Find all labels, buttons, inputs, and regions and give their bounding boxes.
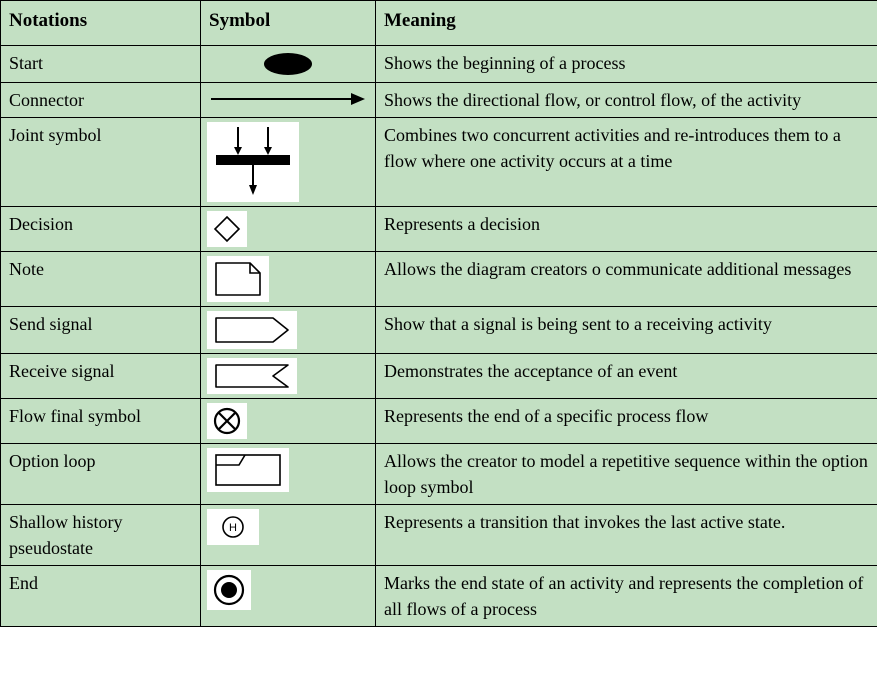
notation-cell: Send signal xyxy=(1,306,201,353)
svg-text:H: H xyxy=(229,522,237,534)
connector-icon xyxy=(207,87,367,111)
meaning-cell: Demonstrates the acceptance of an event xyxy=(376,353,877,398)
symbol-cell xyxy=(201,206,376,251)
table-row: End Marks the end state of an activity a… xyxy=(1,566,877,627)
meaning-cell: Shows the directional flow, or control f… xyxy=(376,82,877,117)
notation-cell: Decision xyxy=(1,206,201,251)
send-signal-icon xyxy=(207,311,297,349)
decision-icon xyxy=(207,211,247,247)
meaning-cell: Shows the beginning of a process xyxy=(376,45,877,82)
notation-cell: Start xyxy=(1,45,201,82)
symbol-cell xyxy=(201,398,376,443)
meaning-cell: Allows the creator to model a repetitive… xyxy=(376,443,877,504)
notation-cell: Receive signal xyxy=(1,353,201,398)
table-row: Option loop Allows the creator to model … xyxy=(1,443,877,504)
meaning-cell: Combines two concurrent activities and r… xyxy=(376,117,877,206)
meaning-cell: Allows the diagram creators o communicat… xyxy=(376,251,877,306)
notation-cell: Connector xyxy=(1,82,201,117)
table-row: Shallow history pseudostate H Represents… xyxy=(1,504,877,565)
meaning-cell: Marks the end state of an activity and r… xyxy=(376,566,877,627)
symbol-cell xyxy=(201,82,376,117)
shallow-history-icon: H xyxy=(207,509,259,545)
notation-cell: Joint symbol xyxy=(1,117,201,206)
table-row: Start Shows the beginning of a process xyxy=(1,45,877,82)
meaning-cell: Represents a decision xyxy=(376,206,877,251)
joint-icon xyxy=(207,122,299,202)
note-icon xyxy=(207,256,269,302)
symbol-cell xyxy=(201,443,376,504)
flow-final-icon xyxy=(207,403,247,439)
symbol-cell xyxy=(201,306,376,353)
notation-cell: End xyxy=(1,566,201,627)
notation-table: Notations Symbol Meaning Start Shows the… xyxy=(0,0,877,627)
notation-cell: Flow final symbol xyxy=(1,398,201,443)
header-notations: Notations xyxy=(1,1,201,46)
table-row: Decision Represents a decision xyxy=(1,206,877,251)
table-row: Connector Shows the directional flow, or… xyxy=(1,82,877,117)
symbol-cell xyxy=(201,353,376,398)
header-symbol: Symbol xyxy=(201,1,376,46)
meaning-cell: Represents the end of a specific process… xyxy=(376,398,877,443)
table-row: Receive signal Demonstrates the acceptan… xyxy=(1,353,877,398)
notation-cell: Shallow history pseudostate xyxy=(1,504,201,565)
notation-cell: Option loop xyxy=(1,443,201,504)
meaning-cell: Show that a signal is being sent to a re… xyxy=(376,306,877,353)
option-loop-icon xyxy=(207,448,289,492)
start-icon xyxy=(260,50,316,78)
receive-signal-icon xyxy=(207,358,297,394)
table-header-row: Notations Symbol Meaning xyxy=(1,1,877,46)
end-icon xyxy=(207,570,251,610)
meaning-cell: Represents a transition that invokes the… xyxy=(376,504,877,565)
symbol-cell: H xyxy=(201,504,376,565)
symbol-cell xyxy=(201,566,376,627)
symbol-cell xyxy=(201,117,376,206)
header-meaning: Meaning xyxy=(376,1,877,46)
notation-cell: Note xyxy=(1,251,201,306)
table-row: Note Allows the diagram creators o commu… xyxy=(1,251,877,306)
symbol-cell xyxy=(201,45,376,82)
table-row: Send signal Show that a signal is being … xyxy=(1,306,877,353)
table-row: Flow final symbol Represents the end of … xyxy=(1,398,877,443)
symbol-cell xyxy=(201,251,376,306)
table-row: Joint symbol xyxy=(1,117,877,206)
